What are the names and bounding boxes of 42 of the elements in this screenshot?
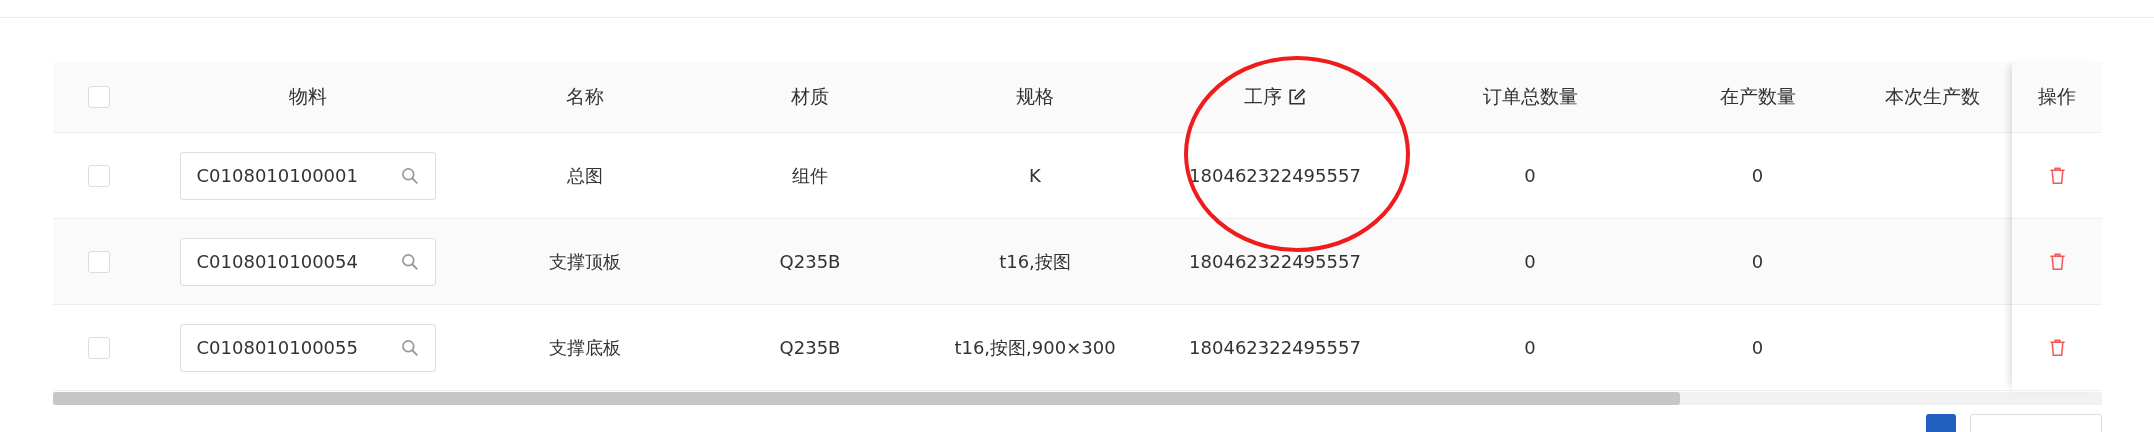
search-icon[interactable] <box>400 166 419 185</box>
column-header: 工序 <box>1244 84 1282 109</box>
row-checkbox[interactable] <box>88 336 110 359</box>
delete-icon[interactable] <box>2047 166 2067 185</box>
table-cell: 支撑底板 <box>549 335 621 360</box>
search-icon[interactable] <box>400 252 419 271</box>
table-cell: 0 <box>1751 337 1764 358</box>
column-header: 订单总数量 <box>1482 84 1578 109</box>
column-header: 材质 <box>791 84 829 109</box>
table-cell: 180462322495557 <box>1189 165 1361 186</box>
edit-icon[interactable] <box>1288 88 1306 106</box>
table-cell: 180462322495557 <box>1189 337 1361 358</box>
column-header: 规格 <box>1016 84 1054 109</box>
select-all-checkbox[interactable] <box>88 86 110 108</box>
table-cell: 0 <box>1524 165 1536 186</box>
table-cell: t16,按图 <box>999 249 1071 274</box>
table-cell: t16,按图,900×300 <box>954 335 1116 360</box>
column-header: 名称 <box>566 84 604 109</box>
column-header: 物料 <box>288 84 327 109</box>
delete-icon[interactable] <box>2047 252 2067 271</box>
table-cell: 0 <box>1524 337 1536 358</box>
table-cell: Q235B <box>779 337 841 358</box>
table-cell: 0 <box>1751 165 1764 186</box>
material-field[interactable]: C0108010100055 <box>179 323 436 372</box>
table-cell: K <box>1029 165 1041 186</box>
table-cell: 180462322495557 <box>1189 251 1361 272</box>
table-cell: 总图 <box>567 163 603 188</box>
row-checkbox[interactable] <box>88 164 110 187</box>
column-header: 操作 <box>2038 84 2076 109</box>
column-header: 本次生产数 <box>1885 84 1980 109</box>
table-cell: Q235B <box>779 251 841 272</box>
table-cell: 0 <box>1524 251 1536 272</box>
row-checkbox[interactable] <box>88 250 110 273</box>
column-header: 在产数量 <box>1719 84 1796 109</box>
material-field[interactable]: C0108010100054 <box>179 237 436 286</box>
search-icon[interactable] <box>400 338 419 357</box>
table-cell: 组件 <box>792 163 828 188</box>
delete-icon[interactable] <box>2047 338 2067 357</box>
table-cell: 0 <box>1751 251 1764 272</box>
table-cell: 支撑顶板 <box>549 249 621 274</box>
horizontal-scrollbar[interactable] <box>53 392 2102 405</box>
material-field[interactable]: C0108010100001 <box>179 151 436 200</box>
